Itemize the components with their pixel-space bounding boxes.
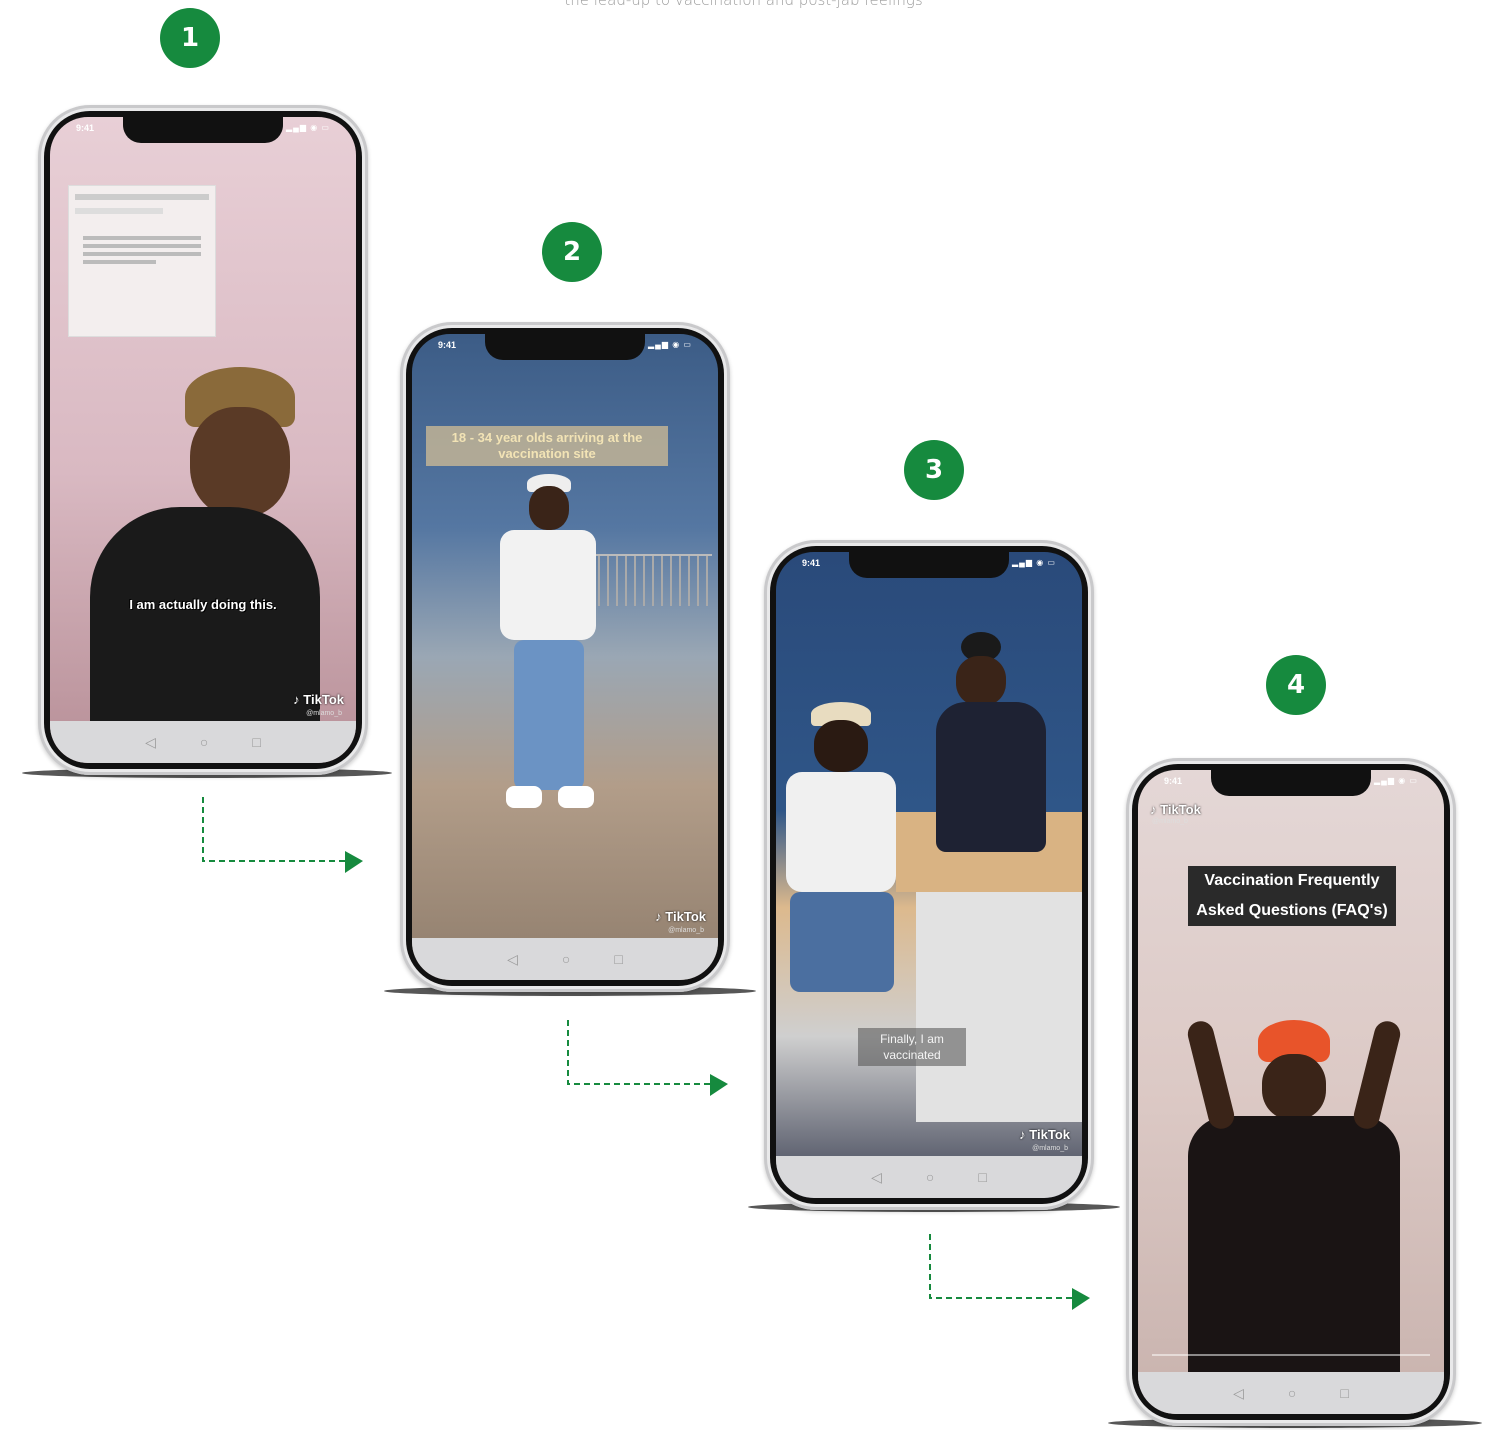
- notch: [849, 552, 1009, 578]
- dashed-arrow-icon: [929, 1234, 1090, 1310]
- screen-3: 9:41 ▂▄▆ ◉ ▭ Finally, I am vaccinated ♪ …: [776, 552, 1082, 1198]
- tiktok-handle: @mlamo_b: [1032, 1145, 1068, 1152]
- nurse-figure: [926, 632, 1056, 862]
- notch: [485, 334, 645, 360]
- status-time: 9:41: [76, 123, 95, 133]
- phone-3: 9:41 ▂▄▆ ◉ ▭ Finally, I am vaccinated ♪ …: [764, 540, 1094, 1210]
- step-badge-4: 4: [1266, 655, 1326, 715]
- caption: the lead-up to vaccination and post-jab …: [564, 0, 923, 9]
- status-icons: ▂▄▆ ◉ ▭: [648, 340, 692, 349]
- notch: [123, 117, 283, 143]
- subtitle-1: I am actually doing this.: [129, 597, 277, 612]
- status-time: 9:41: [802, 558, 821, 568]
- back-icon[interactable]: ◁: [871, 1169, 882, 1186]
- recent-icon[interactable]: □: [252, 734, 260, 750]
- phone-4: 9:41 ▂▄▆ ◉ ▭ Vaccination Frequently Aske…: [1126, 758, 1456, 1426]
- tiktok-handle: @mlamo_b: [306, 710, 342, 717]
- person-figure: [482, 474, 612, 834]
- status-icons: ▂▄▆ ◉ ▭: [1374, 776, 1418, 785]
- subtitle-2: 18 - 34 year olds arriving at the vaccin…: [426, 426, 668, 466]
- recent-icon[interactable]: □: [1340, 1385, 1348, 1401]
- back-icon[interactable]: ◁: [145, 734, 156, 751]
- home-icon[interactable]: ○: [1288, 1385, 1296, 1401]
- tiktok-logo: ♪ TikTok: [1150, 802, 1201, 817]
- step-badge-3: 3: [904, 440, 964, 500]
- back-icon[interactable]: ◁: [507, 951, 518, 968]
- screen-1: 9:41 ▂▄▆ ◉ ▭ I am actually doing this. ♪…: [50, 117, 356, 763]
- step-badge-2: 2: [542, 222, 602, 282]
- recent-icon[interactable]: □: [614, 951, 622, 967]
- phone-1: 9:41 ▂▄▆ ◉ ▭ I am actually doing this. ♪…: [38, 105, 368, 775]
- phone-2: 9:41 ▂▄▆ ◉ ▭ 18 - 34 year olds arriving …: [400, 322, 730, 992]
- counter: [916, 892, 1082, 1122]
- person-figure: [90, 367, 320, 747]
- home-icon[interactable]: ○: [562, 951, 570, 967]
- status-time: 9:41: [1164, 776, 1183, 786]
- subtitle-4: Vaccination Frequently Asked Questions (…: [1188, 866, 1396, 926]
- step-badge-1: 1: [160, 8, 220, 68]
- status-icons: ▂▄▆ ◉ ▭: [286, 123, 330, 132]
- subtitle-3: Finally, I am vaccinated: [858, 1028, 966, 1066]
- screen-4: 9:41 ▂▄▆ ◉ ▭ Vaccination Frequently Aske…: [1138, 770, 1444, 1414]
- back-icon[interactable]: ◁: [1233, 1385, 1244, 1402]
- status-icons: ▂▄▆ ◉ ▭: [1012, 558, 1056, 567]
- notch: [1211, 770, 1371, 796]
- tiktok-handle: @mlamo_b: [668, 927, 704, 934]
- home-icon[interactable]: ○: [926, 1169, 934, 1185]
- tiktok-handle: @mlamo_b: [1152, 818, 1188, 825]
- message-card: [68, 185, 216, 337]
- progress-bar[interactable]: [1152, 1354, 1430, 1356]
- tiktok-logo: ♪ TikTok: [293, 692, 344, 707]
- android-navbar: ◁ ○ □: [50, 721, 356, 763]
- status-time: 9:41: [438, 340, 457, 350]
- screen-2: 9:41 ▂▄▆ ◉ ▭ 18 - 34 year olds arriving …: [412, 334, 718, 980]
- person-figure: [1158, 1018, 1428, 1410]
- home-icon[interactable]: ○: [200, 734, 208, 750]
- tiktok-logo: ♪ TikTok: [655, 909, 706, 924]
- recent-icon[interactable]: □: [978, 1169, 986, 1185]
- android-navbar: ◁ ○ □: [412, 938, 718, 980]
- tiktok-logo: ♪ TikTok: [1019, 1127, 1070, 1142]
- dashed-arrow-icon: [202, 797, 363, 873]
- patient-figure: [786, 702, 906, 1032]
- android-navbar: ◁ ○ □: [776, 1156, 1082, 1198]
- dashed-arrow-icon: [567, 1020, 728, 1096]
- android-navbar: ◁ ○ □: [1138, 1372, 1444, 1414]
